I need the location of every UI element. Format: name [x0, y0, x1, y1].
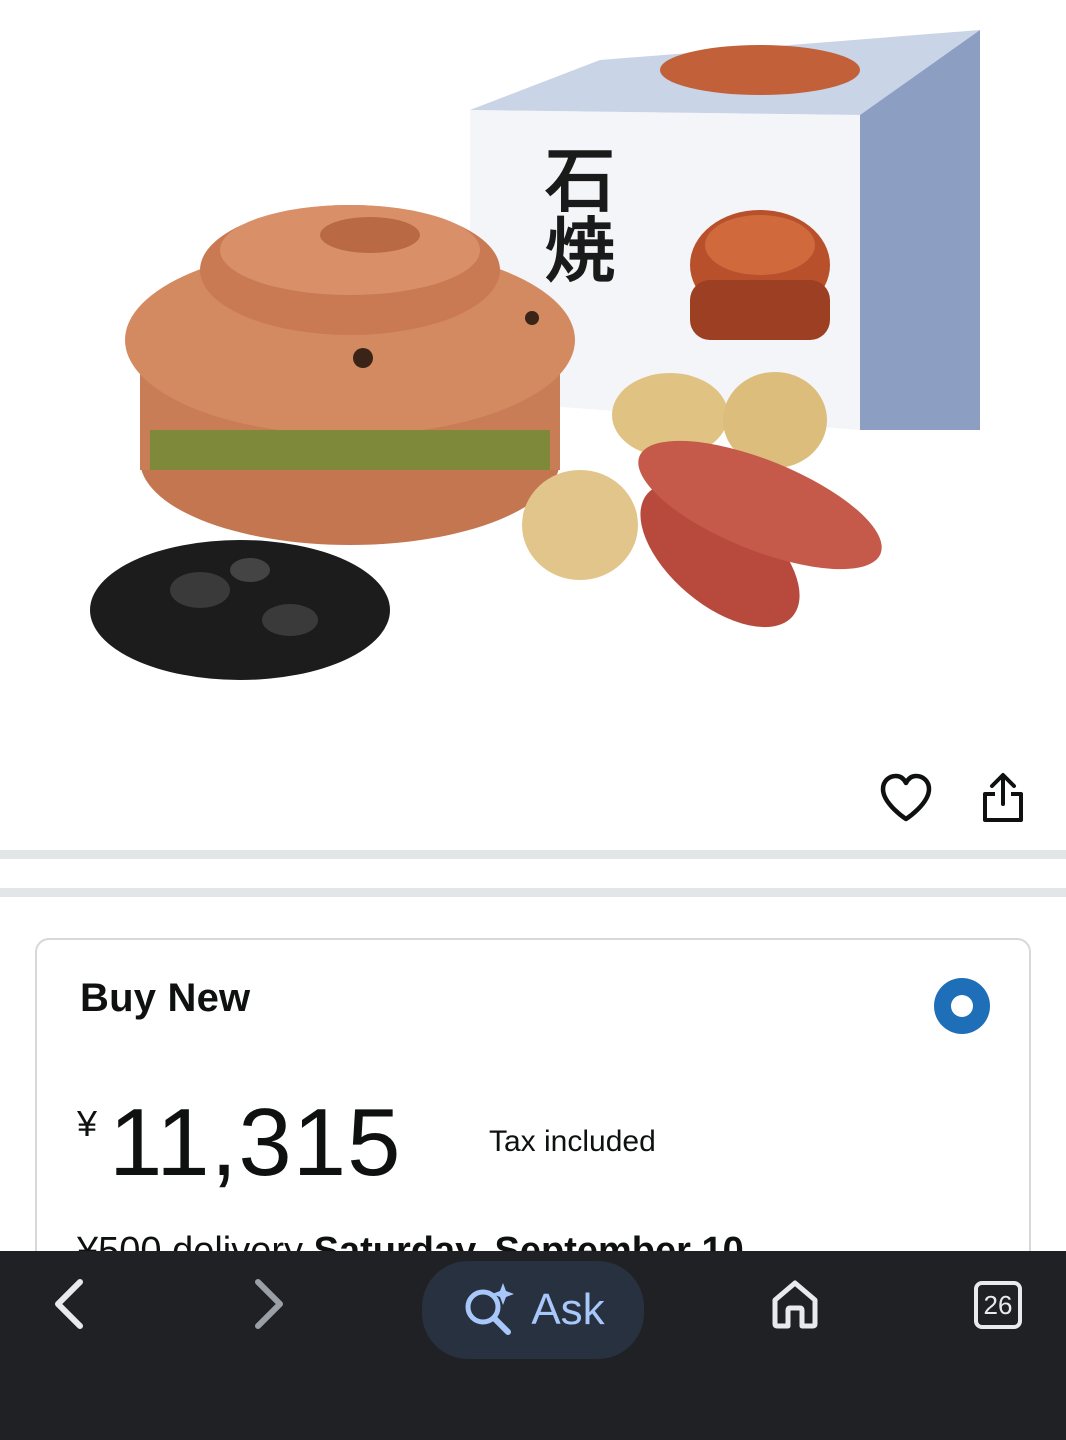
buy-new-title: Buy New: [80, 976, 251, 1020]
home-button[interactable]: [760, 1269, 830, 1341]
heart-outline-icon: [880, 773, 932, 826]
tab-count: 26: [974, 1281, 1022, 1329]
buy-new-radio[interactable]: [934, 978, 990, 1034]
product-image[interactable]: 石 焼: [0, 0, 1066, 740]
share-icon: [980, 772, 1026, 827]
tax-note: Tax included: [489, 1125, 656, 1158]
forward-button[interactable]: [238, 1269, 302, 1341]
chevron-left-icon: [48, 1276, 88, 1335]
price-value: 11,315: [109, 1089, 402, 1196]
section-divider: [0, 888, 1066, 897]
currency-symbol: ¥: [77, 1103, 98, 1144]
stones-illustration: [90, 540, 390, 680]
section-divider: [0, 850, 1066, 859]
ask-button[interactable]: Ask: [422, 1261, 644, 1359]
product-page: 石 焼 Buy New ¥ 11,315 Tax included Ask 26: [0, 0, 1066, 1440]
sparkle-search-icon: [461, 1281, 517, 1340]
share-button[interactable]: [971, 767, 1035, 831]
back-button[interactable]: [36, 1269, 100, 1341]
ask-label: Ask: [531, 1285, 605, 1334]
product-actions: [0, 765, 1066, 835]
svg-text:焼: 焼: [545, 209, 615, 292]
browser-toolbar: Ask 26: [0, 1251, 1066, 1440]
tabs-button[interactable]: 26: [966, 1269, 1030, 1341]
home-icon: [770, 1278, 820, 1333]
radio-dot: [951, 995, 973, 1017]
wishlist-button[interactable]: [874, 767, 938, 831]
chevron-right-icon: [250, 1276, 290, 1335]
